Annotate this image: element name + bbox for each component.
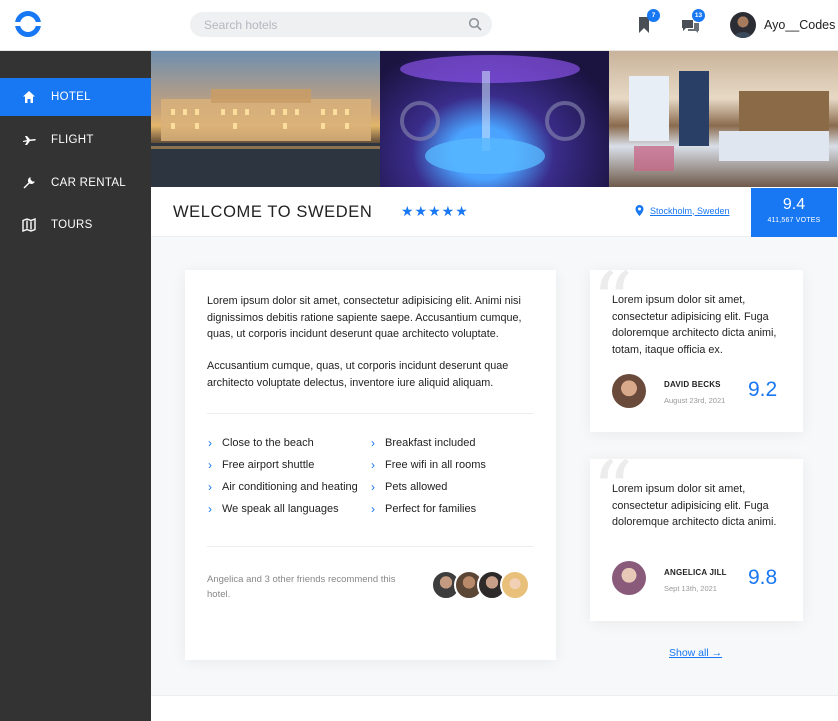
review-card: “ Lorem ipsum dolor sit amet, consectetu… bbox=[590, 262, 803, 432]
description-paragraph: Lorem ipsum dolor sit amet, consectetur … bbox=[207, 295, 522, 340]
chevron-right-icon: › bbox=[208, 502, 212, 516]
bookmarks-badge: 7 bbox=[647, 9, 660, 22]
description-card: Lorem ipsum dolor sit amet, consectetur … bbox=[185, 270, 556, 660]
location-link[interactable]: Stockholm, Sweden bbox=[635, 205, 730, 216]
chevron-right-icon: › bbox=[208, 458, 212, 472]
sidebar-item-label: HOTEL bbox=[51, 91, 91, 103]
avatar[interactable] bbox=[612, 374, 646, 408]
review-text: Lorem ipsum dolor sit amet, consectetur … bbox=[612, 294, 777, 357]
star-rating: ★★★★★ bbox=[401, 203, 469, 219]
amenity-item: › Breakfast included bbox=[371, 436, 476, 450]
description-paragraph: Accusantium cumque, quas, ut corporis in… bbox=[207, 360, 509, 389]
review-score: 9.8 bbox=[748, 566, 778, 589]
overall-score: 9.4 bbox=[782, 196, 806, 213]
location-text[interactable]: Stockholm, Sweden bbox=[650, 206, 730, 216]
plane-icon bbox=[22, 133, 36, 147]
sidebar: HOTEL FLIGHT CAR RENTAL TOURS bbox=[0, 51, 151, 721]
sidebar-item-flight[interactable]: FLIGHT bbox=[0, 121, 151, 159]
search-icon[interactable] bbox=[468, 17, 482, 31]
page-title: WELCOME TO SWEDEN bbox=[173, 203, 373, 221]
review-date: August 23rd, 2021 bbox=[664, 396, 726, 405]
chevron-right-icon: › bbox=[371, 480, 375, 494]
recommend-text: Angelica and 3 other friends recommend t… bbox=[207, 574, 396, 600]
main-content: WELCOME TO SWEDEN ★★★★★ Stockholm, Swede… bbox=[151, 51, 838, 721]
review-date: Sept 13th, 2021 bbox=[664, 584, 717, 593]
sidebar-item-tours[interactable]: TOURS bbox=[0, 206, 151, 244]
score-box: 9.4 411,567 VOTES bbox=[751, 188, 837, 237]
sidebar-item-hotel[interactable]: HOTEL bbox=[0, 78, 151, 116]
footer-strip bbox=[151, 695, 838, 721]
messages-button[interactable]: 13 bbox=[682, 9, 705, 36]
amenity-item: › Air conditioning and heating bbox=[208, 480, 358, 494]
home-icon bbox=[22, 90, 36, 104]
photo-gallery bbox=[151, 51, 838, 187]
review-score: 9.2 bbox=[748, 378, 778, 401]
chevron-right-icon: › bbox=[208, 436, 212, 450]
sidebar-item-label: FLIGHT bbox=[51, 134, 94, 146]
map-pin-icon bbox=[635, 205, 644, 216]
hotel-room-photo[interactable] bbox=[609, 51, 838, 187]
review-card: “ Lorem ipsum dolor sit amet, consectetu… bbox=[590, 451, 803, 621]
bookmarks-button[interactable]: 7 bbox=[638, 9, 660, 36]
chevron-right-icon: › bbox=[208, 480, 212, 494]
avatar[interactable] bbox=[612, 561, 646, 595]
divider bbox=[207, 413, 533, 414]
search-bar bbox=[190, 12, 492, 37]
wrench-icon bbox=[22, 176, 36, 190]
amenity-item: › Free airport shuttle bbox=[208, 458, 315, 472]
messages-badge: 13 bbox=[692, 9, 705, 22]
logo-icon[interactable] bbox=[14, 10, 42, 38]
avatar[interactable] bbox=[500, 570, 530, 600]
reviewer-name: DAVID BECKS bbox=[664, 380, 721, 389]
chevron-right-icon: › bbox=[371, 458, 375, 472]
hotel-exterior-photo[interactable] bbox=[151, 51, 380, 187]
hotel-header: WELCOME TO SWEDEN ★★★★★ Stockholm, Swede… bbox=[151, 187, 838, 237]
user-avatar[interactable] bbox=[730, 12, 756, 38]
top-bar: 7 13 Ayo__Codes bbox=[0, 0, 838, 51]
amenity-item: › Close to the beach bbox=[208, 436, 314, 450]
map-icon bbox=[22, 218, 36, 232]
hotel-spa-photo[interactable] bbox=[380, 51, 609, 187]
username[interactable]: Ayo__Codes bbox=[764, 18, 835, 32]
friends-avatars[interactable] bbox=[431, 570, 541, 600]
amenity-item: › We speak all languages bbox=[208, 502, 339, 516]
chevron-right-icon: › bbox=[371, 436, 375, 450]
sidebar-item-label: TOURS bbox=[51, 219, 93, 231]
sidebar-item-car-rental[interactable]: CAR RENTAL bbox=[0, 164, 151, 202]
review-text: Lorem ipsum dolor sit amet, consectetur … bbox=[612, 483, 777, 529]
votes-count: 411,567 VOTES bbox=[767, 217, 821, 224]
search-input[interactable] bbox=[204, 12, 454, 37]
sidebar-item-label: CAR RENTAL bbox=[51, 177, 126, 189]
amenity-item: › Free wifi in all rooms bbox=[371, 458, 486, 472]
reviewer-name: ANGELICA JILL bbox=[664, 568, 727, 577]
chevron-right-icon: › bbox=[371, 502, 375, 516]
amenity-item: › Pets allowed bbox=[371, 480, 448, 494]
show-all-link[interactable]: Show all → bbox=[669, 647, 722, 659]
amenity-item: › Perfect for families bbox=[371, 502, 477, 516]
divider bbox=[207, 546, 533, 547]
